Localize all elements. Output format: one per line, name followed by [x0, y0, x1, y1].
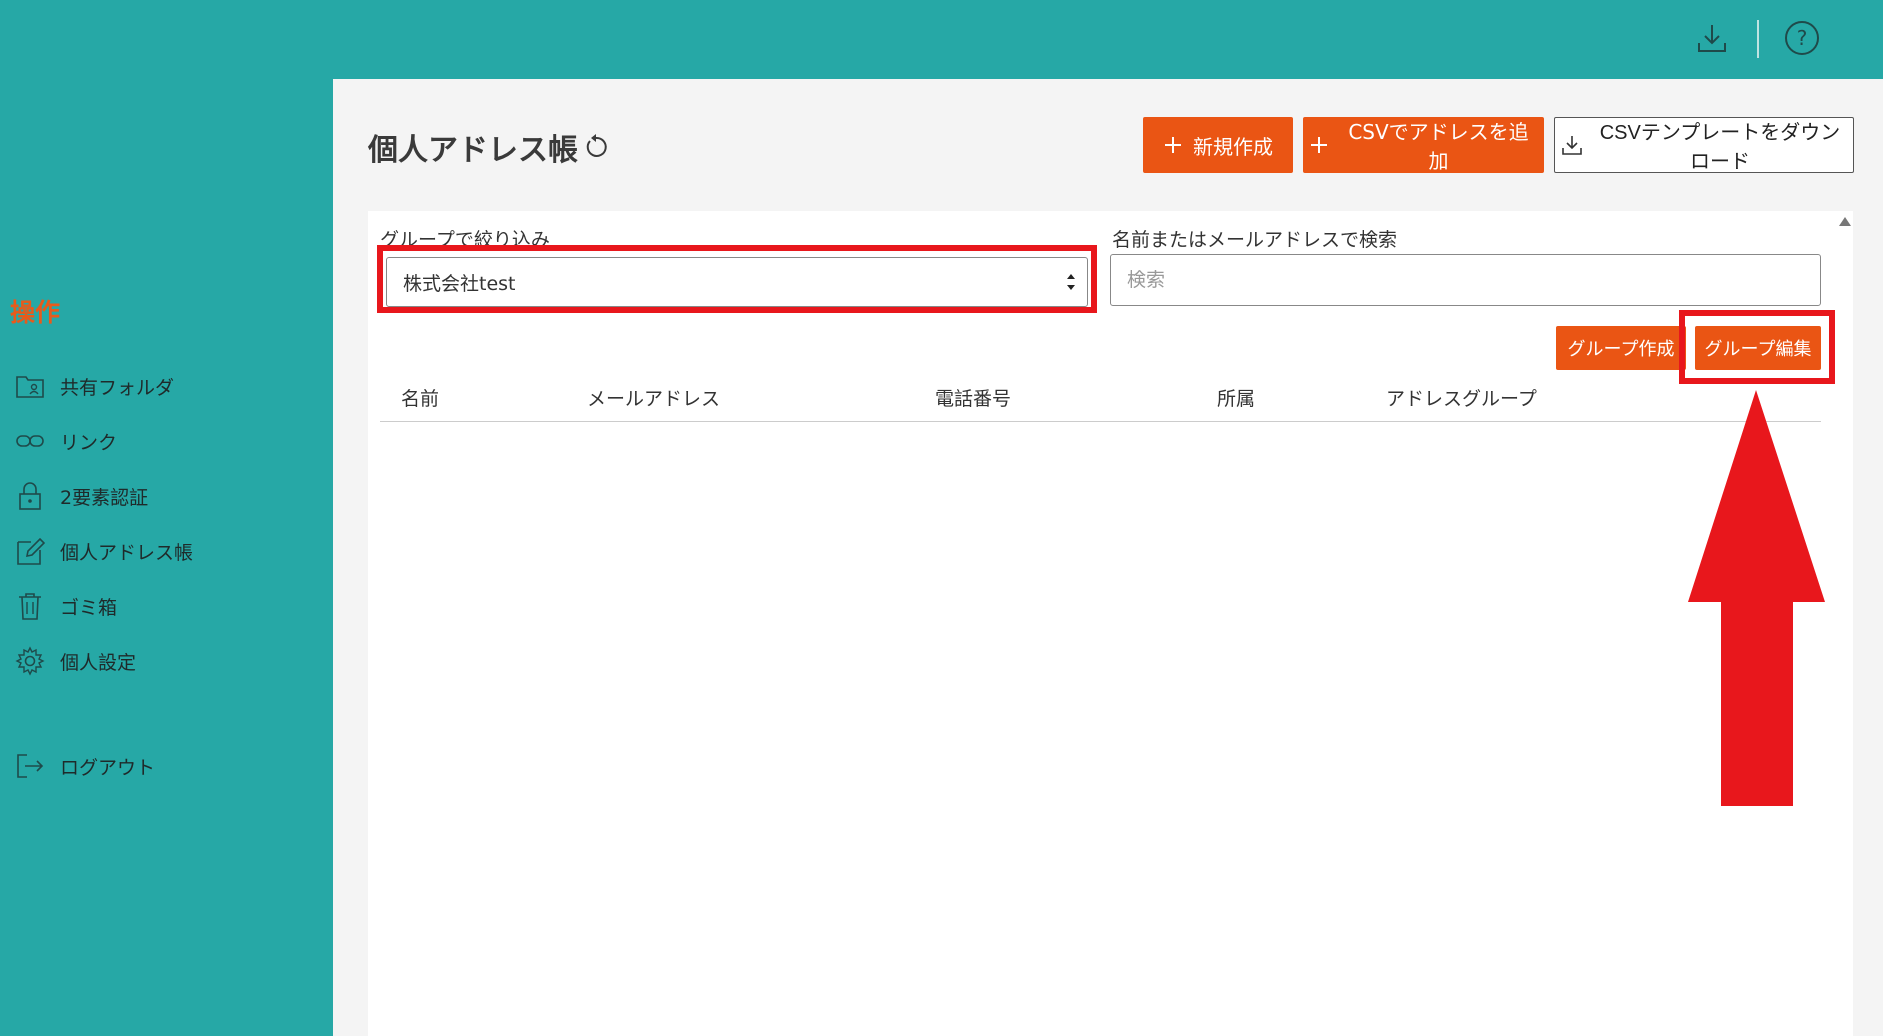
sidebar-item-settings[interactable]: 個人設定 — [14, 641, 136, 681]
svg-text:?: ? — [1797, 26, 1808, 50]
sidebar-item-shared-folder[interactable]: 共有フォルダ — [14, 366, 174, 406]
group-filter-value: 株式会社test — [403, 272, 516, 295]
sidebar-item-logout[interactable]: ログアウト — [14, 746, 155, 786]
help-icon[interactable]: ? — [1782, 18, 1822, 58]
csv-add-button[interactable]: CSVでアドレスを追加 — [1303, 117, 1544, 173]
page-title: 個人アドレス帳 — [368, 125, 610, 169]
sidebar-item-link[interactable]: リンク — [14, 421, 117, 461]
sidebar-item-trash[interactable]: ゴミ箱 — [14, 586, 117, 626]
sidebar-item-label: 2要素認証 — [60, 486, 149, 509]
sidebar-item-label: ログアウト — [60, 756, 156, 779]
csv-template-button-label: CSVテンプレートをダウンロード — [1599, 122, 1841, 173]
annotation-arrow-up — [1688, 390, 1825, 806]
download-icon[interactable] — [1692, 18, 1732, 58]
topbar-divider — [1757, 20, 1759, 58]
table-header-divider — [380, 421, 1821, 422]
sidebar-heading: 操作 — [10, 298, 61, 327]
sidebar-item-label: 共有フォルダ — [60, 376, 175, 399]
sidebar-item-label: リンク — [60, 431, 118, 454]
sidebar-item-address-book[interactable]: 個人アドレス帳 — [14, 531, 193, 571]
download-icon — [1561, 134, 1583, 156]
plus-icon — [1163, 135, 1183, 155]
group-create-button[interactable]: グループ作成 — [1556, 326, 1686, 370]
group-create-label: グループ作成 — [1567, 339, 1675, 360]
reload-icon[interactable] — [582, 133, 610, 161]
select-arrows-icon — [1065, 271, 1077, 298]
edit-icon — [14, 535, 46, 567]
column-header-address-group: アドレスグループ — [1386, 388, 1537, 410]
folder-icon — [14, 370, 46, 402]
group-edit-button[interactable]: グループ編集 — [1695, 326, 1821, 370]
link-icon — [14, 425, 46, 457]
column-header-affiliation: 所属 — [1217, 388, 1256, 410]
sidebar-item-label: 個人アドレス帳 — [60, 541, 194, 564]
page-title-text: 個人アドレス帳 — [368, 133, 578, 168]
trash-icon — [14, 590, 46, 622]
new-button-label: 新規作成 — [1193, 134, 1273, 159]
new-button[interactable]: 新規作成 — [1143, 117, 1293, 173]
scroll-up-arrow[interactable] — [1839, 217, 1851, 226]
sidebar-item-2fa[interactable]: 2要素認証 — [14, 476, 148, 516]
lock-icon — [14, 480, 46, 512]
group-edit-label: グループ編集 — [1704, 339, 1812, 360]
sidebar-item-label: ゴミ箱 — [60, 596, 118, 619]
gear-icon — [14, 645, 46, 677]
column-header-phone: 電話番号 — [935, 388, 1012, 410]
csv-add-button-label: CSVでアドレスを追加 — [1348, 120, 1529, 173]
main-panel: 個人アドレス帳 新規作成 CSVでアドレスを追加 CSVテンプレートをダウンロー… — [333, 79, 1883, 1036]
filter-label: グループで絞り込み — [380, 229, 550, 251]
sidebar-item-label: 個人設定 — [60, 651, 137, 674]
csv-template-download-button[interactable]: CSVテンプレートをダウンロード — [1554, 117, 1854, 173]
logout-icon — [14, 750, 46, 782]
group-filter-select[interactable]: 株式会社test — [386, 257, 1088, 307]
search-input[interactable] — [1110, 254, 1821, 306]
address-book-card: グループで絞り込み 株式会社test 名前またはメールアドレスで検索 グループ作… — [368, 211, 1853, 1036]
search-label: 名前またはメールアドレスで検索 — [1112, 229, 1398, 251]
plus-icon — [1309, 135, 1329, 155]
column-header-email: メールアドレス — [587, 388, 721, 410]
column-header-name: 名前 — [401, 388, 440, 410]
